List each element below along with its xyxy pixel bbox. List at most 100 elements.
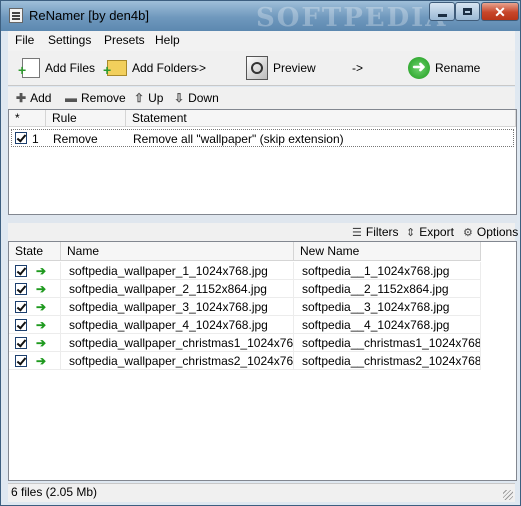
move-down-label: Down: [188, 91, 219, 105]
file-new-name: softpedia__4_1024x768.jpg: [294, 316, 481, 334]
file-row[interactable]: ➔ softpedia_wallpaper_christmas2_1024x76…: [9, 352, 481, 370]
rules-toolbar: ✚ Add ▬ Remove ⇧ Up ⇩ Down: [8, 87, 515, 109]
status-text: 6 files (2.05 Mb): [11, 485, 98, 499]
rule-name: Remove: [53, 132, 98, 146]
move-up-label: Up: [148, 91, 164, 105]
remove-rule-label: Remove: [81, 91, 126, 105]
files-col-new-name[interactable]: New Name: [294, 242, 481, 261]
file-state-cell: ➔: [9, 352, 61, 370]
green-arrow-icon: ➔: [36, 318, 47, 332]
file-row[interactable]: ➔ softpedia_wallpaper_1_1024x768.jpg sof…: [9, 262, 481, 280]
filters-button[interactable]: ☰ Filters: [352, 225, 399, 239]
file-name: softpedia_wallpaper_1_1024x768.jpg: [61, 262, 294, 280]
files-col-state[interactable]: State: [9, 242, 61, 261]
add-files-button[interactable]: Add Files: [18, 57, 96, 79]
toolbar-arrow-1: ->: [195, 61, 207, 75]
remove-rule-button[interactable]: ▬ Remove: [65, 91, 126, 105]
rule-checkbox[interactable]: [15, 132, 27, 144]
options-label: Options: [476, 225, 519, 239]
file-name: softpedia_wallpaper_4_1024x768.jpg: [61, 316, 294, 334]
minus-icon: ▬: [65, 91, 77, 105]
file-row[interactable]: ➔ softpedia_wallpaper_3_1024x768.jpg sof…: [9, 298, 481, 316]
file-state-cell: ➔: [9, 262, 61, 280]
rename-arrow-icon: ➜: [408, 57, 430, 79]
export-button[interactable]: ⇕ Export: [406, 225, 454, 239]
rename-label: Rename: [435, 61, 481, 75]
renamer-window: ReNamer [by den4b] SOFTPEDIA ✕ File Sett…: [0, 0, 521, 506]
file-new-name: softpedia__2_1152x864.jpg: [294, 280, 481, 298]
rules-col-rule[interactable]: Rule: [46, 110, 126, 127]
rule-index: 1: [32, 132, 39, 146]
file-new-name: softpedia__christmas2_1024x768.jpg: [294, 352, 481, 370]
close-button[interactable]: ✕: [481, 2, 519, 21]
minimize-button[interactable]: [429, 2, 455, 21]
title-bar[interactable]: ReNamer [by den4b] SOFTPEDIA ✕: [1, 1, 520, 33]
file-row[interactable]: ➔ softpedia_wallpaper_2_1152x864.jpg sof…: [9, 280, 481, 298]
arrow-up-icon: ⇧: [134, 91, 145, 105]
file-checkbox[interactable]: [15, 301, 27, 313]
files-toolbar: ☰ Filters ⇕ Export ⚙ Options: [8, 223, 518, 241]
rules-col-statement[interactable]: Statement: [126, 110, 516, 127]
file-checkbox[interactable]: [15, 337, 27, 349]
file-new-name: softpedia__3_1024x768.jpg: [294, 298, 481, 316]
menu-file[interactable]: File: [15, 33, 34, 47]
menu-help[interactable]: Help: [155, 33, 180, 47]
add-files-label: Add Files: [45, 61, 96, 75]
green-arrow-icon: ➔: [36, 282, 47, 296]
plus-icon: ✚: [16, 91, 27, 105]
file-row[interactable]: ➔ softpedia_wallpaper_4_1024x768.jpg sof…: [9, 316, 481, 334]
close-icon: ✕: [494, 3, 506, 20]
preview-icon: [246, 56, 268, 80]
rule-row[interactable]: 1 Remove Remove all "wallpaper" (skip ex…: [11, 129, 514, 147]
resize-grip[interactable]: [503, 490, 513, 500]
move-up-button[interactable]: ⇧ Up: [134, 91, 163, 105]
options-button[interactable]: ⚙ Options: [463, 225, 518, 239]
file-name: softpedia_wallpaper_3_1024x768.jpg: [61, 298, 294, 316]
rules-table: * Rule Statement 1 Remove Remove all "wa…: [8, 109, 517, 215]
watermark: SOFTPEDIA: [256, 3, 448, 33]
add-rule-button[interactable]: ✚ Add: [16, 91, 51, 105]
files-table: State Name New Name ➔ softpedia_wallpape…: [8, 241, 517, 481]
green-arrow-icon: ➔: [36, 354, 47, 368]
files-col-name[interactable]: Name: [61, 242, 294, 261]
maximize-button[interactable]: [455, 2, 480, 21]
rename-button[interactable]: ➜ Rename: [408, 57, 480, 79]
file-state-cell: ➔: [9, 298, 61, 316]
status-bar: 6 files (2.05 Mb): [8, 483, 515, 502]
file-checkbox[interactable]: [15, 283, 27, 295]
menu-settings[interactable]: Settings: [48, 33, 91, 47]
file-checkbox[interactable]: [15, 265, 27, 277]
add-rule-label: Add: [30, 91, 52, 105]
file-name: softpedia_wallpaper_2_1152x864.jpg: [61, 280, 294, 298]
preview-label: Preview: [273, 61, 316, 75]
green-arrow-icon: ➔: [36, 300, 47, 314]
green-arrow-icon: ➔: [36, 336, 47, 350]
export-label: Export: [419, 225, 454, 239]
arrow-down-icon: ⇩: [174, 91, 185, 105]
pane-splitter[interactable]: [8, 215, 517, 223]
app-icon: [9, 8, 23, 23]
file-name: softpedia_wallpaper_christmas2_1024x768.…: [61, 352, 294, 370]
window-title: ReNamer [by den4b]: [29, 8, 149, 23]
add-folders-button[interactable]: Add Folders: [103, 57, 197, 79]
main-toolbar: Add Files Add Folders -> Preview -> ➜ Re…: [8, 51, 515, 86]
file-new-name: softpedia__1_1024x768.jpg: [294, 262, 481, 280]
maximize-icon: [463, 8, 472, 15]
file-new-name: softpedia__christmas1_1024x768.jpg: [294, 334, 481, 352]
rules-col-star[interactable]: *: [9, 110, 46, 127]
menu-presets[interactable]: Presets: [104, 33, 145, 47]
green-arrow-icon: ➔: [36, 264, 47, 278]
file-state-cell: ➔: [9, 316, 61, 334]
file-state-cell: ➔: [9, 280, 61, 298]
add-folders-icon: [103, 60, 127, 77]
file-row[interactable]: ➔ softpedia_wallpaper_christmas1_1024x76…: [9, 334, 481, 352]
menu-bar: File Settings Presets Help: [8, 31, 515, 52]
file-checkbox[interactable]: [15, 355, 27, 367]
move-down-button[interactable]: ⇩ Down: [174, 91, 219, 105]
rule-statement: Remove all "wallpaper" (skip extension): [133, 132, 344, 146]
add-files-icon: [18, 58, 40, 78]
filter-icon: ☰: [352, 226, 362, 239]
file-checkbox[interactable]: [15, 319, 27, 331]
preview-button[interactable]: Preview: [246, 56, 316, 80]
file-state-cell: ➔: [9, 334, 61, 352]
